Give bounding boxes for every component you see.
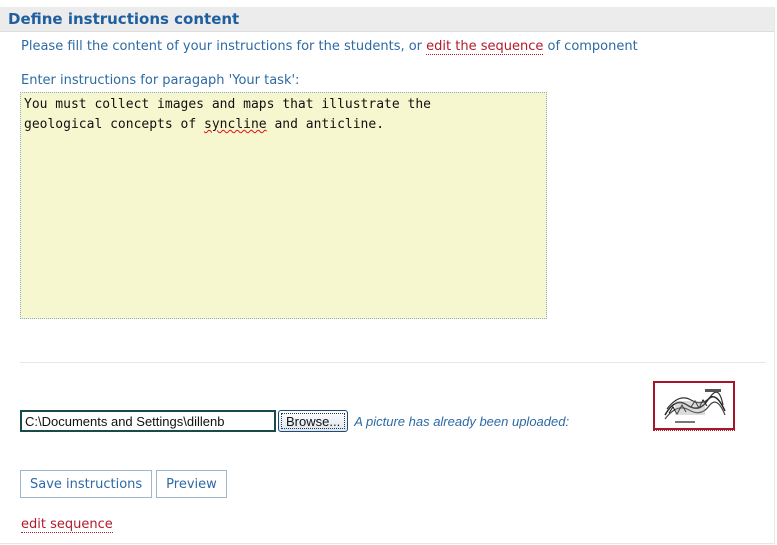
preview-button[interactable]: Preview [156,470,227,498]
action-buttons: Save instructions Preview [20,470,227,498]
browse-button[interactable]: Browse... [278,410,349,432]
file-path-input[interactable]: C:\Documents and Settings\dillenb [20,410,276,432]
file-upload-row: C:\Documents and Settings\dillenb Browse… [20,408,569,434]
edit-sequence-footer: edit sequence [21,517,113,533]
geology-sketch-thumbnail-icon [655,383,733,428]
save-instructions-button[interactable]: Save instructions [20,470,153,498]
instructions-label: Enter instructions for paragaph 'Your ta… [21,73,300,88]
edit-sequence-inline-link[interactable]: edit the sequence [426,39,544,55]
intro-text: Please fill the content of your instruct… [21,39,638,55]
spellcheck-word: syncline [204,117,267,132]
instructions-line-2-before: geological concepts of [24,117,205,132]
intro-text-before: Please fill the content of your instruct… [21,39,427,54]
instructions-textarea[interactable]: You must collect images and maps that il… [20,92,547,319]
instructions-line-2-after: and anticline. [266,117,385,132]
panel-header: Define instructions content [0,7,774,32]
uploaded-picture-link[interactable] [653,381,735,430]
thumbnail-link-underline [653,430,735,431]
page-title: Define instructions content [8,10,240,28]
section-divider [20,362,766,363]
instructions-line-1: You must collect images and maps that il… [24,97,431,112]
intro-text-after: of component [543,39,638,54]
edit-sequence-link[interactable]: edit sequence [21,517,113,533]
uploaded-notice: A picture has already been uploaded: [354,413,570,429]
